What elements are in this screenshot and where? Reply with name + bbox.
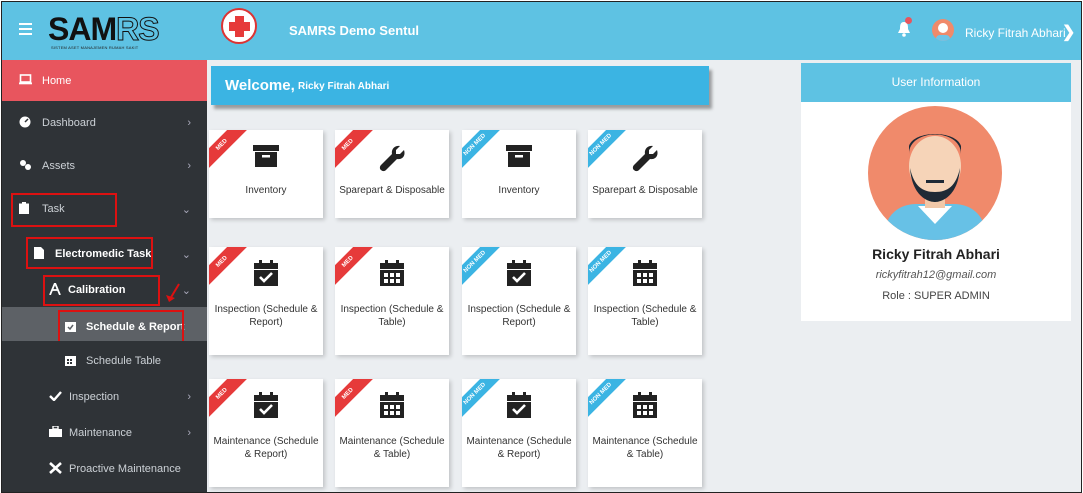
menu-card[interactable]: MED Maintenance (Schedule & Report) bbox=[209, 379, 323, 487]
menu-card[interactable]: NON MED Maintenance (Schedule & Report) bbox=[462, 379, 576, 487]
calendar-icon bbox=[335, 260, 449, 291]
calendar-icon bbox=[335, 392, 449, 423]
calendar-check-icon bbox=[462, 260, 576, 291]
sidebar-item-label: Proactive Maintenance bbox=[69, 463, 181, 475]
card-caption: Maintenance (Schedule & Table) bbox=[592, 436, 698, 460]
sidebar-item-label: Assets bbox=[42, 160, 76, 172]
user-avatar bbox=[868, 106, 1002, 240]
logo[interactable]: SAMRS bbox=[48, 11, 160, 48]
app-title: SAMRS Demo Sentul bbox=[289, 23, 420, 38]
card-caption: Maintenance (Schedule & Report) bbox=[466, 436, 572, 460]
highlight-task bbox=[11, 193, 117, 227]
menu-toggle-icon[interactable] bbox=[19, 23, 32, 35]
logo-tagline: SISTEM ASET MANAJEMEN RUMAH SAKIT bbox=[51, 45, 139, 50]
welcome-banner: Welcome, Ricky Fitrah Abhari bbox=[211, 66, 709, 105]
user-name: Ricky Fitrah Abhari bbox=[872, 246, 1000, 262]
chevron-right-icon[interactable]: ❯ bbox=[1062, 22, 1075, 42]
card-caption: Inspection (Schedule & Table) bbox=[340, 304, 444, 328]
card-caption: Inventory bbox=[245, 185, 287, 196]
user-info-panel: User Information Ricky Fitrah Abhari ric… bbox=[801, 63, 1071, 321]
chevron-down-icon: ⌄ bbox=[181, 284, 191, 297]
avatar[interactable] bbox=[932, 19, 954, 41]
check-icon bbox=[49, 390, 62, 404]
menu-card[interactable]: NON MED Inspection (Schedule & Report) bbox=[462, 247, 576, 355]
wrench-icon bbox=[335, 144, 449, 177]
highlight-electromedic bbox=[26, 237, 153, 269]
calendar-icon bbox=[588, 392, 702, 423]
notification-badge bbox=[905, 17, 912, 24]
calendar-check-icon bbox=[462, 392, 576, 423]
card-caption: Inspection (Schedule & Report) bbox=[214, 304, 318, 328]
chevron-down-icon: ⌄ bbox=[181, 248, 191, 261]
card-caption: Inspection (Schedule & Table) bbox=[593, 304, 697, 328]
highlight-calibration bbox=[43, 275, 160, 306]
chevron-right-icon: › bbox=[187, 391, 191, 403]
app-logo[interactable] bbox=[221, 8, 257, 44]
menu-card[interactable]: NON MED Inventory bbox=[462, 130, 576, 218]
menu-card[interactable]: MED Inspection (Schedule & Table) bbox=[335, 247, 449, 355]
card-caption: Maintenance (Schedule & Report) bbox=[213, 436, 319, 460]
menu-card[interactable]: MED Sparepart & Disposable bbox=[335, 130, 449, 218]
menu-card[interactable]: NON MED Sparepart & Disposable bbox=[588, 130, 702, 218]
chevron-right-icon: › bbox=[187, 427, 191, 439]
archive-icon bbox=[209, 144, 323, 173]
user-info-heading: User Information bbox=[801, 63, 1071, 102]
card-caption: Inspection (Schedule & Report) bbox=[467, 304, 571, 328]
user-email: rickyfitrah12@gmail.com bbox=[875, 269, 997, 281]
sidebar-item-inspection[interactable]: Inspection › bbox=[2, 377, 207, 417]
archive-icon bbox=[462, 144, 576, 173]
card-caption: Inventory bbox=[498, 185, 540, 196]
sidebar-item-assets[interactable]: Assets › bbox=[2, 146, 207, 186]
laptop-icon bbox=[19, 73, 32, 88]
topbar-username[interactable]: Ricky Fitrah Abhari bbox=[965, 26, 1066, 40]
card-caption: Maintenance (Schedule & Table) bbox=[339, 436, 445, 460]
sidebar-item-label: Maintenance bbox=[69, 427, 132, 439]
calendar-check-icon bbox=[209, 260, 323, 291]
sidebar-item-maintenance[interactable]: Maintenance › bbox=[2, 413, 207, 453]
welcome-name: Ricky Fitrah Abhari bbox=[298, 81, 390, 92]
sidebar: SAMRS SISTEM ASET MANAJEMEN RUMAH SAKIT … bbox=[2, 2, 207, 492]
sidebar-item-dashboard[interactable]: Dashboard › bbox=[2, 103, 207, 143]
card-caption: Sparepart & Disposable bbox=[339, 185, 445, 196]
highlight-schedule-report bbox=[58, 310, 184, 345]
menu-card[interactable]: MED Inventory bbox=[209, 130, 323, 218]
calendar-icon bbox=[588, 260, 702, 291]
arrow-annotation-icon bbox=[166, 283, 180, 302]
wrench-icon bbox=[588, 144, 702, 177]
calendar-icon bbox=[65, 354, 76, 369]
menu-card[interactable]: NON MED Maintenance (Schedule & Table) bbox=[588, 379, 702, 487]
sidebar-item-home[interactable]: Home bbox=[2, 60, 207, 101]
user-role: Role : SUPER ADMIN bbox=[882, 290, 990, 302]
assets-icon bbox=[19, 159, 32, 174]
logo-area: SAMRS SISTEM ASET MANAJEMEN RUMAH SAKIT bbox=[2, 2, 207, 60]
sidebar-item-label: Schedule Table bbox=[86, 355, 162, 367]
menu-card[interactable]: NON MED Inspection (Schedule & Table) bbox=[588, 247, 702, 355]
dashboard-icon bbox=[19, 116, 31, 131]
sidebar-item-label: Dashboard bbox=[42, 117, 96, 129]
sidebar-item-label: Inspection bbox=[69, 391, 120, 403]
bell-icon[interactable] bbox=[897, 17, 912, 42]
tools-icon bbox=[49, 461, 62, 477]
chevron-down-icon: ⌄ bbox=[181, 203, 191, 216]
chevron-right-icon: › bbox=[187, 117, 191, 129]
chevron-right-icon: › bbox=[187, 160, 191, 172]
menu-card[interactable]: MED Inspection (Schedule & Report) bbox=[209, 247, 323, 355]
sidebar-item-schedule-table[interactable]: Schedule Table bbox=[2, 341, 207, 381]
app-frame: SAMRS SISTEM ASET MANAJEMEN RUMAH SAKIT … bbox=[1, 1, 1082, 493]
calendar-check-icon bbox=[209, 392, 323, 423]
menu-card[interactable]: MED Maintenance (Schedule & Table) bbox=[335, 379, 449, 487]
sidebar-item-proactive-maintenance[interactable]: Proactive Maintenance bbox=[2, 449, 207, 489]
topbar: SAMRS Demo Sentul Ricky Fitrah Abhari ❯ bbox=[207, 2, 1081, 60]
sidebar-item-label: Home bbox=[42, 74, 72, 87]
toolbox-icon bbox=[49, 425, 62, 440]
welcome-greeting: Welcome, bbox=[225, 77, 295, 94]
card-caption: Sparepart & Disposable bbox=[592, 185, 698, 196]
